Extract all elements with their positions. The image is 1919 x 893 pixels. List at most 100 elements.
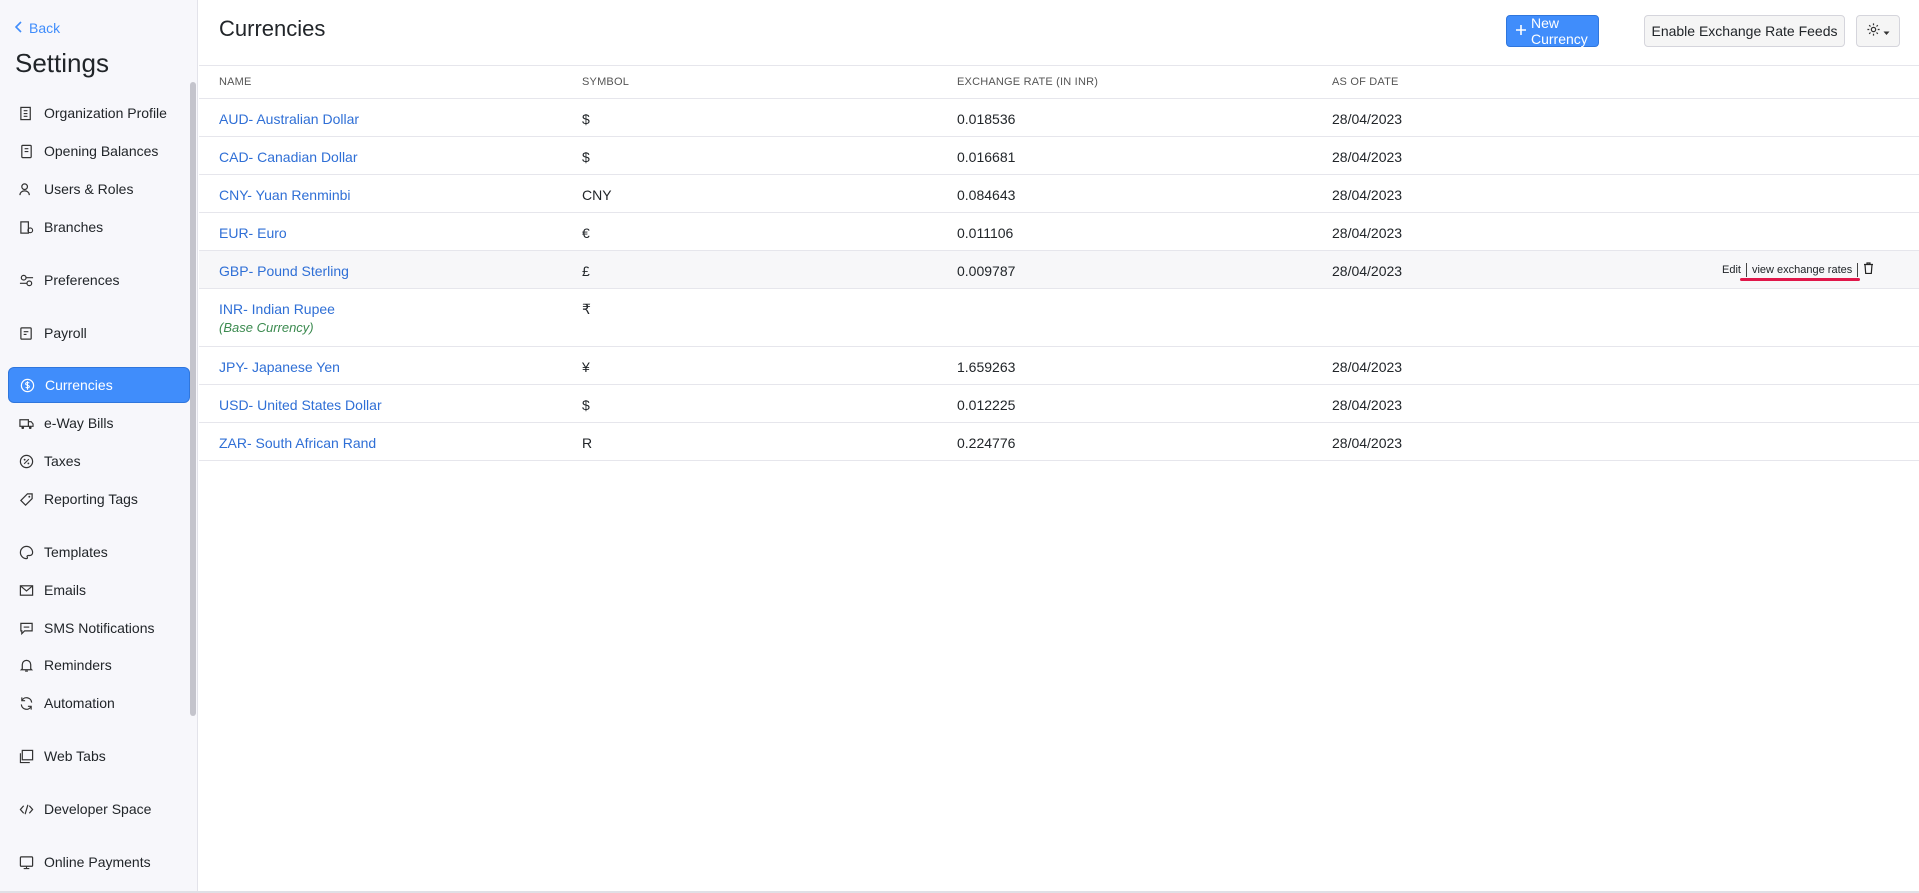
sidebar-item-payroll[interactable]: Payroll: [8, 315, 190, 351]
sidebar-item-label: Automation: [44, 695, 115, 711]
currency-symbol: CNY: [582, 187, 612, 203]
table-row[interactable]: GBP- Pound Sterling £ 0.009787 28/04/202…: [199, 251, 1919, 289]
settings-title: Settings: [15, 48, 109, 78]
sidebar-item-label: Developer Space: [44, 801, 152, 817]
new-currency-label: New Currency: [1531, 15, 1588, 47]
currency-symbol: $: [582, 397, 590, 413]
currency-name-link[interactable]: JPY- Japanese Yen: [219, 359, 340, 375]
sidebar-item-label: Web Tabs: [44, 748, 106, 764]
action-divider: [1745, 262, 1747, 277]
truck-icon: [18, 415, 34, 431]
sidebar-item-label: Preferences: [44, 272, 120, 288]
as-of-date: 28/04/2023: [1332, 225, 1403, 241]
column-header-as-of-date: AS OF DATE: [1332, 76, 1399, 88]
mail-icon: [18, 582, 34, 598]
sidebar-item-automation[interactable]: Automation: [8, 685, 190, 721]
sidebar-item-label: Organization Profile: [44, 105, 167, 121]
exchange-rate: 0.016681: [957, 149, 1016, 165]
exchange-rate: 0.084643: [957, 187, 1016, 203]
exchange-rate: 0.018536: [957, 111, 1016, 127]
back-label: Back: [29, 20, 61, 36]
tag-icon: [18, 491, 34, 507]
sidebar-scrollbar[interactable]: [190, 82, 196, 716]
currency-name-link[interactable]: AUD- Australian Dollar: [219, 111, 359, 127]
enable-exchange-rate-feeds-button[interactable]: Enable Exchange Rate Feeds: [1644, 15, 1845, 47]
percent-icon: [18, 453, 34, 469]
sidebar-item-emails[interactable]: Emails: [8, 572, 190, 608]
as-of-date: 28/04/2023: [1332, 187, 1403, 203]
currency-name-link[interactable]: GBP- Pound Sterling: [219, 263, 349, 279]
currency-name-link[interactable]: CAD- Canadian Dollar: [219, 149, 358, 165]
sidebar-item-currencies[interactable]: Currencies: [8, 367, 190, 403]
currency-name-link[interactable]: EUR- Euro: [219, 225, 287, 241]
currency-name-link[interactable]: USD- United States Dollar: [219, 397, 382, 413]
sidebar-item-preferences[interactable]: Preferences: [8, 262, 190, 298]
column-header-name: NAME: [219, 76, 252, 88]
as-of-date: 28/04/2023: [1332, 435, 1403, 451]
trash-icon[interactable]: [1863, 262, 1874, 277]
as-of-date: 28/04/2023: [1332, 397, 1403, 413]
table-row[interactable]: ZAR- South African Rand R 0.224776 28/04…: [199, 423, 1919, 461]
tabs-icon: [18, 748, 34, 764]
sidebar-item-reminders[interactable]: Reminders: [8, 647, 190, 683]
sidebar-item-reporting-tags[interactable]: Reporting Tags: [8, 481, 190, 517]
column-header-symbol: SYMBOL: [582, 76, 630, 88]
table-row[interactable]: JPY- Japanese Yen ¥ 1.659263 28/04/2023: [199, 347, 1919, 385]
currency-symbol: £: [582, 263, 590, 279]
currency-name-link[interactable]: ZAR- South African Rand: [219, 435, 376, 451]
sidebar-item-organization-profile[interactable]: Organization Profile: [8, 95, 190, 131]
palette-icon: [18, 544, 34, 560]
sidebar-item-templates[interactable]: Templates: [8, 534, 190, 570]
edit-link[interactable]: Edit: [1722, 264, 1741, 276]
as-of-date: 28/04/2023: [1332, 359, 1403, 375]
sidebar-item-eway-bills[interactable]: e-Way Bills: [8, 405, 190, 441]
sidebar-item-label: Online Payments: [44, 854, 151, 870]
sidebar-item-web-tabs[interactable]: Web Tabs: [8, 738, 190, 774]
table-row[interactable]: CAD- Canadian Dollar $ 0.016681 28/04/20…: [199, 137, 1919, 175]
table-row[interactable]: INR- Indian Rupee (Base Currency) ₹: [199, 289, 1919, 347]
sidebar-item-online-payments[interactable]: Online Payments: [8, 844, 190, 880]
sidebar-item-developer-space[interactable]: Developer Space: [8, 791, 190, 827]
users-icon: [18, 181, 34, 197]
currency-symbol: $: [582, 149, 590, 165]
action-divider: [1857, 262, 1859, 277]
exchange-rate: 0.012225: [957, 397, 1016, 413]
as-of-date: 28/04/2023: [1332, 111, 1403, 127]
new-currency-button[interactable]: New Currency: [1506, 15, 1599, 47]
table-row[interactable]: AUD- Australian Dollar $ 0.018536 28/04/…: [199, 99, 1919, 137]
sidebar-item-users-roles[interactable]: Users & Roles: [8, 171, 190, 207]
table-row[interactable]: USD- United States Dollar $ 0.012225 28/…: [199, 385, 1919, 423]
refresh-icon: [18, 695, 34, 711]
sidebar-item-sms-notifications[interactable]: SMS Notifications: [8, 610, 190, 646]
preferences-icon: [18, 272, 34, 288]
chevron-down-icon: [1883, 23, 1890, 39]
sidebar-item-opening-balances[interactable]: Opening Balances: [8, 133, 190, 169]
sidebar-item-taxes[interactable]: Taxes: [8, 443, 190, 479]
currency-name-link[interactable]: INR- Indian Rupee: [219, 301, 335, 317]
payment-icon: [18, 854, 34, 870]
column-header-exchange-rate: EXCHANGE RATE (IN INR): [957, 76, 1099, 88]
settings-sidebar: Back Settings Organization Profile Openi…: [0, 0, 198, 893]
code-icon: [18, 801, 34, 817]
sidebar-item-branches[interactable]: Branches: [8, 209, 190, 245]
exchange-rate: 0.011106: [957, 225, 1014, 241]
sidebar-item-label: Payroll: [44, 325, 87, 341]
table-row[interactable]: CNY- Yuan Renminbi CNY 0.084643 28/04/20…: [199, 175, 1919, 213]
back-link[interactable]: Back: [14, 20, 61, 36]
currencies-main: Currencies New Currency Enable Exchange …: [199, 0, 1919, 893]
sidebar-item-label: Users & Roles: [44, 181, 134, 197]
sidebar-item-label: Opening Balances: [44, 143, 159, 159]
table-row[interactable]: EUR- Euro € 0.011106 28/04/2023: [199, 213, 1919, 251]
currency-name-link[interactable]: CNY- Yuan Renminbi: [219, 187, 351, 203]
payroll-icon: [18, 325, 34, 341]
view-exchange-rates-link[interactable]: view exchange rates: [1752, 264, 1852, 276]
sidebar-item-label: Templates: [44, 544, 108, 560]
page-title: Currencies: [219, 16, 326, 41]
settings-dropdown-button[interactable]: [1856, 15, 1900, 47]
sidebar-item-label: e-Way Bills: [44, 415, 114, 431]
sidebar-item-label: Currencies: [45, 377, 113, 393]
sidebar-item-label: Reporting Tags: [44, 491, 138, 507]
sidebar-item-label: Branches: [44, 219, 104, 235]
gear-icon: [1866, 22, 1881, 40]
exchange-rate: 1.659263: [957, 359, 1016, 375]
